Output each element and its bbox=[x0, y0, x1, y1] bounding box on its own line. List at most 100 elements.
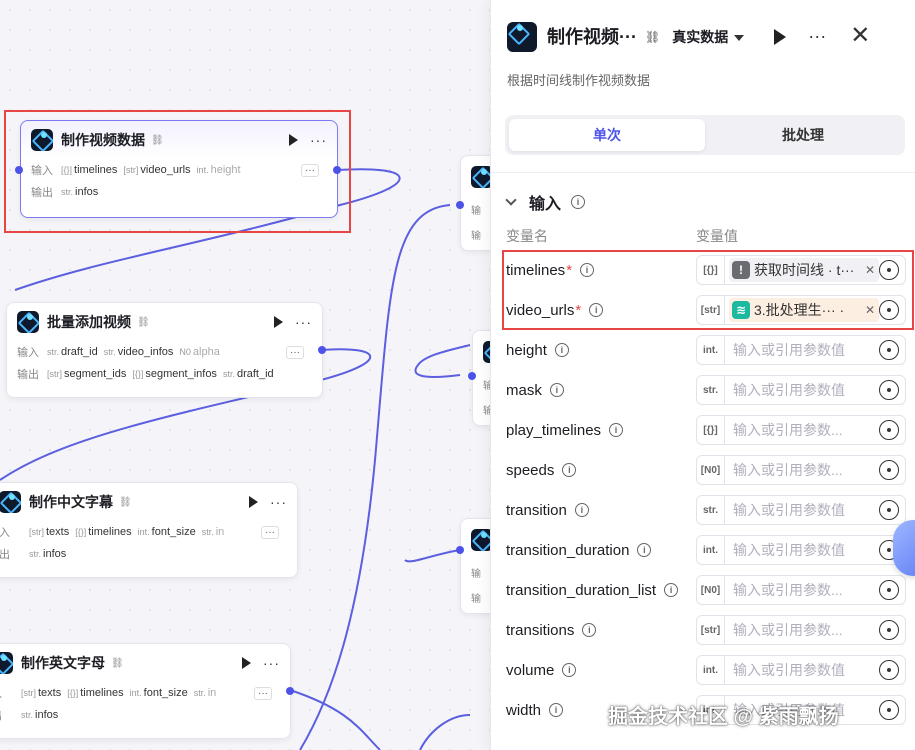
node-input-port[interactable] bbox=[456, 201, 464, 209]
param-value-input[interactable]: int. 输入或引用参数值 bbox=[696, 335, 906, 365]
inputs-more-button[interactable]: ··· bbox=[286, 345, 304, 359]
node-inputs-row: 入 [str]texts [{}]timelines int.font_size… bbox=[0, 682, 290, 704]
input-chip: [str] texts bbox=[21, 687, 62, 699]
edge bbox=[414, 344, 471, 378]
param-value-input[interactable]: [str] 输入或引用参数... bbox=[696, 615, 906, 645]
info-icon: i bbox=[637, 543, 652, 557]
node-input-port[interactable] bbox=[456, 546, 464, 554]
reference-target-icon[interactable] bbox=[879, 660, 899, 680]
param-name: play_timelines i bbox=[506, 410, 624, 450]
node-link-icon: ⛓ bbox=[119, 496, 132, 508]
node-title: 制作英文字母 bbox=[21, 655, 105, 671]
run-node-play-icon[interactable] bbox=[242, 657, 251, 669]
param-value-input[interactable]: str. 输入或引用参数值 bbox=[696, 495, 906, 525]
param-value-input[interactable]: int. 输入或引用参数值 bbox=[696, 655, 906, 685]
divider bbox=[491, 172, 915, 173]
output-chip: [str] segment_ids bbox=[47, 368, 127, 380]
placeholder-text: 输入或引用参数... bbox=[733, 462, 843, 478]
info-icon: i bbox=[571, 195, 586, 209]
param-name: speeds i bbox=[506, 450, 577, 490]
info-icon: i bbox=[549, 703, 564, 717]
type-badge: str. bbox=[697, 496, 725, 524]
info-icon: i bbox=[549, 383, 564, 397]
node-input-port[interactable] bbox=[468, 372, 476, 380]
param-value-input[interactable]: [N0] 输入或引用参数... bbox=[696, 575, 906, 605]
input-chip: int. font_size bbox=[137, 526, 196, 538]
input-chip: [{}] timelines bbox=[75, 526, 132, 538]
node-inputs-row: 输入 str. draft_id str. video_infos N0 alpha … bbox=[7, 341, 322, 363]
node-link-icon: ⛓ bbox=[111, 657, 124, 669]
reference-target-icon[interactable] bbox=[879, 500, 899, 520]
edge bbox=[299, 204, 451, 750]
node-output-port[interactable] bbox=[318, 346, 326, 354]
reference-target-icon[interactable] bbox=[879, 580, 899, 600]
reference-target-icon[interactable] bbox=[879, 420, 899, 440]
reference-target-icon[interactable] bbox=[879, 700, 899, 720]
node-more-button[interactable]: ··· bbox=[270, 494, 287, 510]
run-mode-tabs: 单次 批处理 bbox=[505, 115, 905, 155]
node-inputs-row: 入 [str]texts [{}]timelines int.font_size… bbox=[0, 521, 297, 543]
run-node-play-icon[interactable] bbox=[274, 316, 283, 328]
placeholder-text: 输入或引用参数... bbox=[733, 622, 843, 638]
node-make-english-subtitles[interactable]: 制作英文字母 ⛓ ··· 入 [str]texts [{}]timelines … bbox=[0, 643, 291, 739]
node-batch-add-video[interactable]: 批量添加视频 ⛓ ··· 输入 str. draft_id str. video_i… bbox=[6, 302, 323, 398]
highlight-box bbox=[4, 110, 351, 233]
placeholder-text: 输入或引用参数值 bbox=[733, 502, 845, 518]
param-row-speeds: speeds i [N0] 输入或引用参数... bbox=[491, 450, 915, 490]
run-node-play-icon[interactable] bbox=[249, 496, 258, 508]
node-logo-icon bbox=[17, 311, 39, 333]
param-name: transitions i bbox=[506, 610, 597, 650]
inputs-more-button[interactable]: ··· bbox=[254, 686, 272, 700]
param-name: transition_duration i bbox=[506, 530, 652, 570]
type-badge: [N0] bbox=[697, 456, 725, 484]
info-icon: i bbox=[562, 463, 577, 477]
reference-target-icon[interactable] bbox=[879, 460, 899, 480]
edge bbox=[289, 689, 381, 750]
assistant-avatar[interactable] bbox=[893, 520, 915, 576]
type-badge: [{}] bbox=[697, 416, 725, 444]
node-more-button[interactable]: ··· bbox=[263, 655, 280, 671]
param-row-transitions: transitions i [str] 输入或引用参数... bbox=[491, 610, 915, 650]
reference-target-icon[interactable] bbox=[879, 620, 899, 640]
close-icon[interactable]: ✕ bbox=[850, 22, 870, 50]
node-make-chinese-subtitles[interactable]: 制作中文字幕 ⛓ ··· 入 [str] texts [{}] timelines … bbox=[0, 482, 298, 578]
param-label: transition bbox=[506, 501, 567, 519]
data-mode-dropdown[interactable]: 真实数据 bbox=[672, 22, 745, 52]
edge bbox=[419, 714, 471, 750]
column-header-name: 变量名 bbox=[506, 228, 548, 244]
run-play-icon[interactable] bbox=[774, 29, 787, 45]
param-value-input[interactable]: [{}] 输入或引用参数... bbox=[696, 415, 906, 445]
param-label: speeds bbox=[506, 461, 555, 479]
reference-target-icon[interactable] bbox=[879, 340, 899, 360]
param-value-input[interactable]: int. 输入或引用参数值 bbox=[696, 535, 906, 565]
input-section-header[interactable]: 输入 i bbox=[505, 190, 586, 214]
column-header-value: 变量值 bbox=[696, 228, 738, 244]
node-more-button[interactable]: ··· bbox=[295, 314, 312, 330]
tab-single[interactable]: 单次 bbox=[509, 119, 705, 151]
reference-target-icon[interactable] bbox=[879, 380, 899, 400]
param-row-transition: transition i str. 输入或引用参数值 bbox=[491, 490, 915, 530]
panel-title: 制作视频··· bbox=[547, 27, 637, 47]
inputs-more-button[interactable]: ··· bbox=[261, 525, 279, 539]
param-value-input[interactable]: [N0] 输入或引用参数... bbox=[696, 455, 906, 485]
param-row-mask: mask i str. 输入或引用参数值 bbox=[491, 370, 915, 410]
output-chip: [{}] segment_infos bbox=[132, 368, 217, 380]
param-label: transition_duration_list bbox=[506, 581, 657, 599]
param-row-play-timelines: play_timelines i [{}] 输入或引用参数... bbox=[491, 410, 915, 450]
input-chip: [{}] timelines bbox=[67, 687, 124, 699]
type-badge: int. bbox=[697, 536, 725, 564]
placeholder-text: 输入或引用参数... bbox=[733, 582, 843, 598]
more-options-button[interactable]: ··· bbox=[808, 22, 826, 50]
info-icon: i bbox=[582, 623, 597, 637]
output-chip: str. draft_id bbox=[222, 368, 274, 380]
placeholder-text: 输入或引用参数值 bbox=[733, 542, 845, 558]
placeholder-text: 输入或引用参数值 bbox=[733, 662, 845, 678]
node-logo-icon bbox=[0, 652, 13, 674]
node-output-port[interactable] bbox=[286, 687, 294, 695]
param-value-input[interactable]: str. 输入或引用参数值 bbox=[696, 375, 906, 405]
param-label: transitions bbox=[506, 621, 575, 639]
param-label: width bbox=[506, 701, 542, 719]
node-logo-icon bbox=[507, 22, 537, 52]
output-chip: str. infos bbox=[29, 548, 67, 560]
tab-batch[interactable]: 批处理 bbox=[705, 119, 901, 151]
